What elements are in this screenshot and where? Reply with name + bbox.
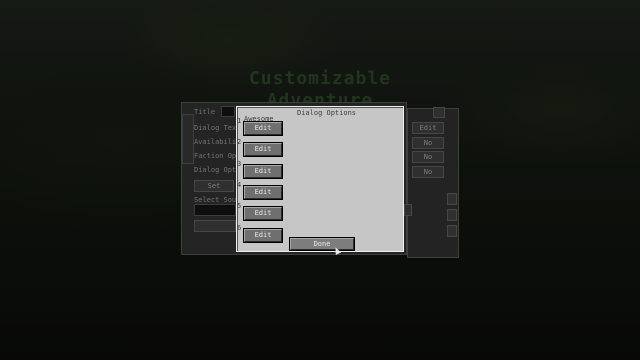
option-number-2: 2 — [237, 138, 242, 146]
edit-option-6-button[interactable]: Edit — [243, 228, 283, 243]
edit-option-5-button[interactable]: Edit — [243, 206, 283, 221]
done-button[interactable]: Done — [289, 237, 355, 251]
option-number-6: 6 — [237, 224, 242, 232]
edit-option-1-button[interactable]: Edit — [243, 121, 283, 136]
option-number-4: 4 — [237, 181, 242, 189]
option-number-1: 1 — [237, 117, 242, 125]
option-number-3: 3 — [237, 160, 242, 168]
dialog-options-title: Dialog Options — [297, 109, 357, 117]
edit-option-2-button[interactable]: Edit — [243, 142, 283, 157]
option-number-5: 5 — [237, 202, 242, 210]
game-screen: Customizable Adventure Title Dialog Text… — [0, 0, 640, 360]
edit-option-4-button[interactable]: Edit — [243, 185, 283, 200]
edit-option-3-button[interactable]: Edit — [243, 164, 283, 179]
